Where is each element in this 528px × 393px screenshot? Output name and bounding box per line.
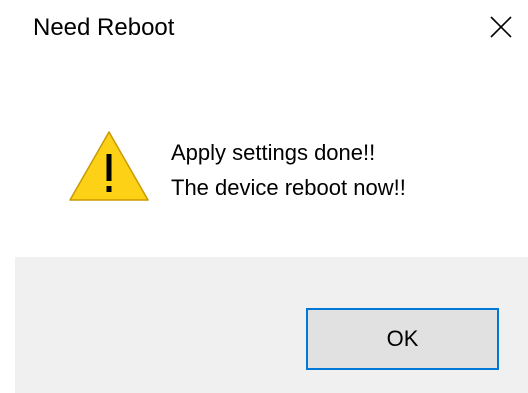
- message-text: Apply settings done!! The device reboot …: [171, 135, 406, 205]
- close-button[interactable]: [470, 0, 528, 58]
- close-icon: [490, 16, 512, 38]
- title-bar: Need Reboot: [0, 0, 528, 58]
- ok-button[interactable]: OK: [306, 308, 499, 370]
- button-footer: OK: [15, 257, 528, 393]
- need-reboot-dialog: Need Reboot Apply settings done!! The de…: [0, 0, 528, 393]
- message-area: Apply settings done!! The device reboot …: [0, 58, 528, 257]
- message-line-1: Apply settings done!!: [171, 140, 376, 165]
- warning-icon: [69, 131, 149, 201]
- message-line-2: The device reboot now!!: [171, 175, 406, 200]
- window-title: Need Reboot: [33, 14, 175, 41]
